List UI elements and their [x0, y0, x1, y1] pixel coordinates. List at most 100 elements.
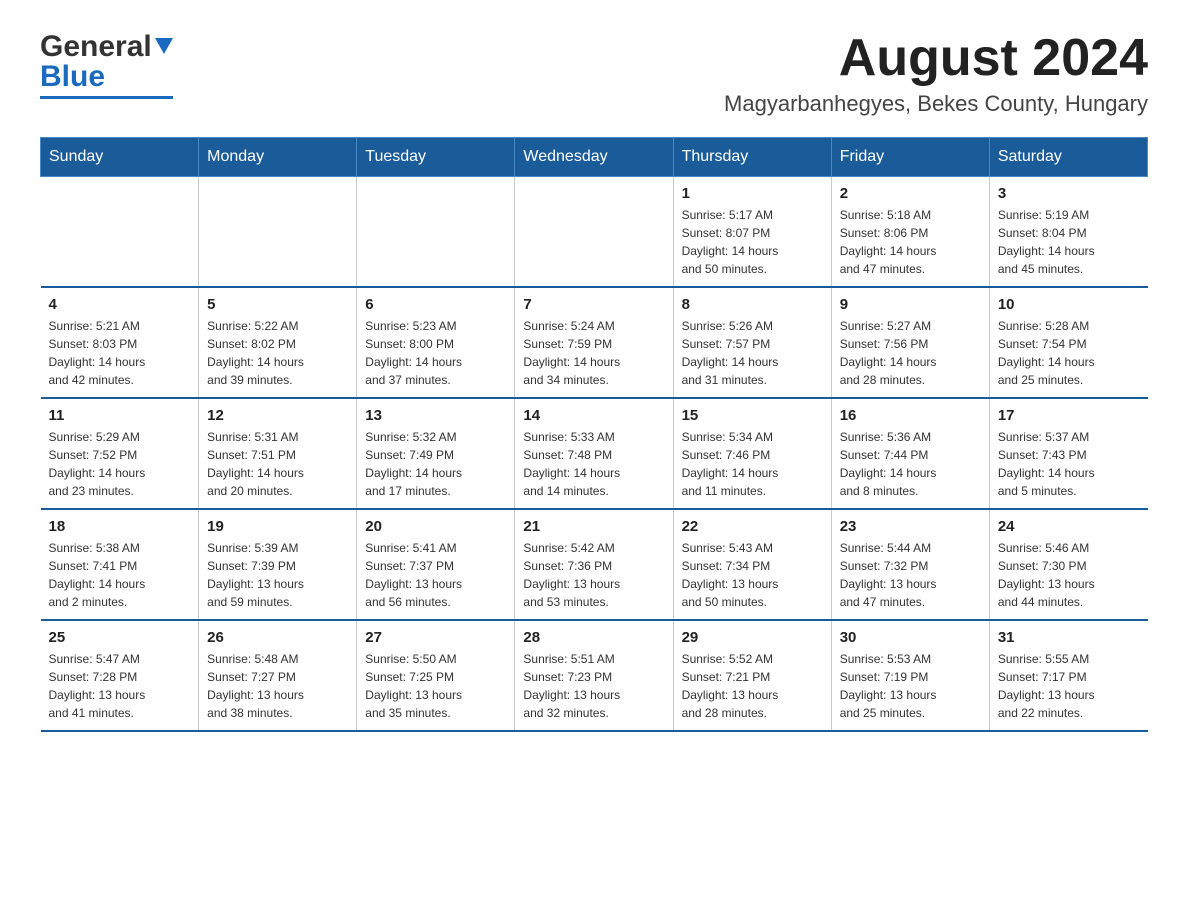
day-number: 7	[523, 296, 664, 313]
day-info: Sunrise: 5:38 AM Sunset: 7:41 PM Dayligh…	[49, 541, 146, 609]
day-info: Sunrise: 5:37 AM Sunset: 7:43 PM Dayligh…	[998, 430, 1095, 498]
day-info: Sunrise: 5:31 AM Sunset: 7:51 PM Dayligh…	[207, 430, 304, 498]
day-number: 31	[998, 629, 1140, 646]
calendar-cell	[357, 177, 515, 288]
header-monday: Monday	[199, 138, 357, 177]
day-info: Sunrise: 5:50 AM Sunset: 7:25 PM Dayligh…	[365, 652, 462, 720]
calendar-cell: 29 Sunrise: 5:52 AM Sunset: 7:21 PM Dayli…	[673, 620, 831, 731]
header-tuesday: Tuesday	[357, 138, 515, 177]
day-info: Sunrise: 5:53 AM Sunset: 7:19 PM Dayligh…	[840, 652, 937, 720]
day-info: Sunrise: 5:28 AM Sunset: 7:54 PM Dayligh…	[998, 319, 1095, 387]
calendar-cell: 1 Sunrise: 5:17 AM Sunset: 8:07 PM Daylig…	[673, 177, 831, 288]
day-number: 15	[682, 407, 823, 424]
calendar-cell	[515, 177, 673, 288]
page-header: General Blue August 2024 Magyarbanhegyes…	[40, 30, 1148, 117]
day-info: Sunrise: 5:23 AM Sunset: 8:00 PM Dayligh…	[365, 319, 462, 387]
calendar-cell: 23 Sunrise: 5:44 AM Sunset: 7:32 PM Dayli…	[831, 509, 989, 620]
day-number: 5	[207, 296, 348, 313]
day-number: 23	[840, 518, 981, 535]
day-number: 1	[682, 185, 823, 202]
day-number: 22	[682, 518, 823, 535]
calendar-cell	[199, 177, 357, 288]
day-number: 10	[998, 296, 1140, 313]
calendar-cell: 30 Sunrise: 5:53 AM Sunset: 7:19 PM Dayli…	[831, 620, 989, 731]
day-number: 27	[365, 629, 506, 646]
day-number: 19	[207, 518, 348, 535]
day-info: Sunrise: 5:17 AM Sunset: 8:07 PM Dayligh…	[682, 208, 779, 276]
day-number: 12	[207, 407, 348, 424]
calendar-cell: 21Sunrise: 5:42 AM Sunset: 7:36 PM Dayli…	[515, 509, 673, 620]
day-info: Sunrise: 5:27 AM Sunset: 7:56 PM Dayligh…	[840, 319, 937, 387]
calendar-header-row: Sunday Monday Tuesday Wednesday Thursday…	[41, 138, 1148, 177]
calendar-cell: 2 Sunrise: 5:18 AM Sunset: 8:06 PM Daylig…	[831, 177, 989, 288]
day-number: 13	[365, 407, 506, 424]
day-info: Sunrise: 5:47 AM Sunset: 7:28 PM Dayligh…	[49, 652, 146, 720]
day-number: 8	[682, 296, 823, 313]
day-info: Sunrise: 5:22 AM Sunset: 8:02 PM Dayligh…	[207, 319, 304, 387]
calendar-cell: 5 Sunrise: 5:22 AM Sunset: 8:02 PM Daylig…	[199, 287, 357, 398]
header-thursday: Thursday	[673, 138, 831, 177]
day-number: 18	[49, 518, 191, 535]
day-number: 14	[523, 407, 664, 424]
day-info: Sunrise: 5:32 AM Sunset: 7:49 PM Dayligh…	[365, 430, 462, 498]
calendar-week-row: 1 Sunrise: 5:17 AM Sunset: 8:07 PM Daylig…	[41, 177, 1148, 288]
calendar-cell: 20Sunrise: 5:41 AM Sunset: 7:37 PM Dayli…	[357, 509, 515, 620]
calendar-cell: 4 Sunrise: 5:21 AM Sunset: 8:03 PM Daylig…	[41, 287, 199, 398]
calendar-cell: 11Sunrise: 5:29 AM Sunset: 7:52 PM Dayli…	[41, 398, 199, 509]
calendar-cell: 31 Sunrise: 5:55 AM Sunset: 7:17 PM Dayli…	[989, 620, 1147, 731]
calendar-cell: 24 Sunrise: 5:46 AM Sunset: 7:30 PM Dayli…	[989, 509, 1147, 620]
day-number: 29	[682, 629, 823, 646]
day-info: Sunrise: 5:26 AM Sunset: 7:57 PM Dayligh…	[682, 319, 779, 387]
day-info: Sunrise: 5:19 AM Sunset: 8:04 PM Dayligh…	[998, 208, 1095, 276]
calendar-week-row: 18 Sunrise: 5:38 AM Sunset: 7:41 PM Dayli…	[41, 509, 1148, 620]
day-info: Sunrise: 5:21 AM Sunset: 8:03 PM Dayligh…	[49, 319, 146, 387]
calendar-week-row: 4 Sunrise: 5:21 AM Sunset: 8:03 PM Daylig…	[41, 287, 1148, 398]
logo-blue: Blue	[40, 60, 105, 94]
day-info: Sunrise: 5:52 AM Sunset: 7:21 PM Dayligh…	[682, 652, 779, 720]
logo: General Blue	[40, 30, 173, 99]
title-area: August 2024 Magyarbanhegyes, Bekes Count…	[724, 30, 1148, 117]
day-info: Sunrise: 5:29 AM Sunset: 7:52 PM Dayligh…	[49, 430, 146, 498]
calendar-cell: 22 Sunrise: 5:43 AM Sunset: 7:34 PM Dayli…	[673, 509, 831, 620]
day-info: Sunrise: 5:24 AM Sunset: 7:59 PM Dayligh…	[523, 319, 620, 387]
location-subtitle: Magyarbanhegyes, Bekes County, Hungary	[724, 91, 1148, 117]
day-info: Sunrise: 5:55 AM Sunset: 7:17 PM Dayligh…	[998, 652, 1095, 720]
day-info: Sunrise: 5:33 AM Sunset: 7:48 PM Dayligh…	[523, 430, 620, 498]
day-number: 21	[523, 518, 664, 535]
calendar-cell: 3 Sunrise: 5:19 AM Sunset: 8:04 PM Daylig…	[989, 177, 1147, 288]
day-number: 20	[365, 518, 506, 535]
calendar-cell: 14 Sunrise: 5:33 AM Sunset: 7:48 PM Dayli…	[515, 398, 673, 509]
day-info: Sunrise: 5:43 AM Sunset: 7:34 PM Dayligh…	[682, 541, 779, 609]
day-number: 3	[998, 185, 1140, 202]
day-number: 2	[840, 185, 981, 202]
calendar-cell: 27 Sunrise: 5:50 AM Sunset: 7:25 PM Dayli…	[357, 620, 515, 731]
logo-general: General	[40, 30, 152, 64]
logo-underline	[40, 96, 173, 99]
calendar-week-row: 25Sunrise: 5:47 AM Sunset: 7:28 PM Dayli…	[41, 620, 1148, 731]
day-info: Sunrise: 5:44 AM Sunset: 7:32 PM Dayligh…	[840, 541, 937, 609]
calendar-table: Sunday Monday Tuesday Wednesday Thursday…	[40, 137, 1148, 732]
calendar-cell: 19Sunrise: 5:39 AM Sunset: 7:39 PM Dayli…	[199, 509, 357, 620]
day-info: Sunrise: 5:36 AM Sunset: 7:44 PM Dayligh…	[840, 430, 937, 498]
calendar-cell: 7 Sunrise: 5:24 AM Sunset: 7:59 PM Daylig…	[515, 287, 673, 398]
day-number: 30	[840, 629, 981, 646]
day-info: Sunrise: 5:18 AM Sunset: 8:06 PM Dayligh…	[840, 208, 937, 276]
day-number: 9	[840, 296, 981, 313]
day-number: 24	[998, 518, 1140, 535]
calendar-cell: 9 Sunrise: 5:27 AM Sunset: 7:56 PM Daylig…	[831, 287, 989, 398]
day-info: Sunrise: 5:46 AM Sunset: 7:30 PM Dayligh…	[998, 541, 1095, 609]
calendar-cell: 28Sunrise: 5:51 AM Sunset: 7:23 PM Dayli…	[515, 620, 673, 731]
logo-arrow-icon	[155, 38, 173, 61]
month-year-title: August 2024	[724, 30, 1148, 87]
calendar-week-row: 11Sunrise: 5:29 AM Sunset: 7:52 PM Dayli…	[41, 398, 1148, 509]
day-number: 4	[49, 296, 191, 313]
calendar-cell: 6Sunrise: 5:23 AM Sunset: 8:00 PM Daylig…	[357, 287, 515, 398]
calendar-cell: 18 Sunrise: 5:38 AM Sunset: 7:41 PM Dayli…	[41, 509, 199, 620]
header-sunday: Sunday	[41, 138, 199, 177]
day-info: Sunrise: 5:34 AM Sunset: 7:46 PM Dayligh…	[682, 430, 779, 498]
day-number: 26	[207, 629, 348, 646]
day-info: Sunrise: 5:51 AM Sunset: 7:23 PM Dayligh…	[523, 652, 620, 720]
calendar-cell: 12 Sunrise: 5:31 AM Sunset: 7:51 PM Dayli…	[199, 398, 357, 509]
header-friday: Friday	[831, 138, 989, 177]
day-number: 16	[840, 407, 981, 424]
